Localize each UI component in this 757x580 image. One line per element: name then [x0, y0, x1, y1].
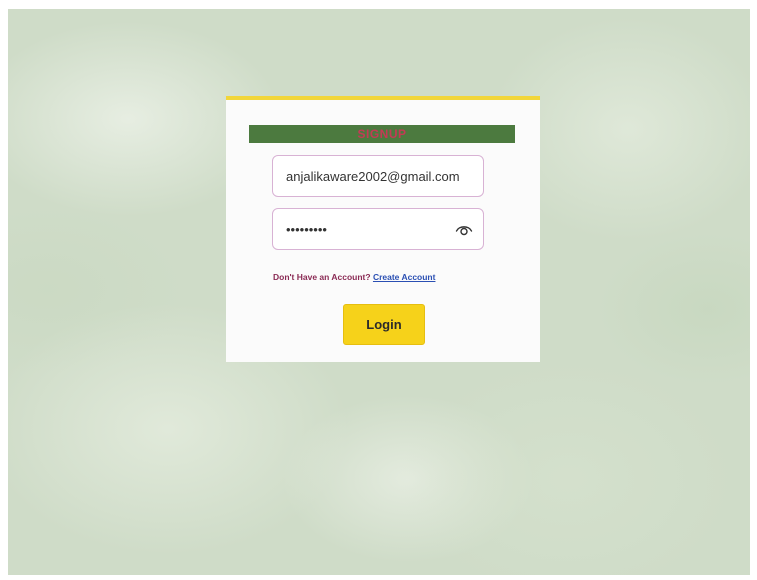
account-prompt-text: Don't Have an Account?: [273, 272, 371, 282]
background: SIGNUP Don't Have an Account? Create Acc…: [8, 9, 750, 575]
login-button[interactable]: Login: [343, 304, 425, 345]
form-header: SIGNUP: [249, 125, 515, 143]
eye-icon[interactable]: [455, 221, 473, 237]
create-account-link[interactable]: Create Account: [373, 272, 436, 282]
email-field-container: [272, 155, 484, 197]
email-field[interactable]: [286, 156, 476, 196]
password-field[interactable]: [286, 209, 436, 249]
account-prompt-line: Don't Have an Account? Create Account: [273, 272, 435, 282]
password-field-container: [272, 208, 484, 250]
login-card: SIGNUP Don't Have an Account? Create Acc…: [226, 96, 540, 362]
